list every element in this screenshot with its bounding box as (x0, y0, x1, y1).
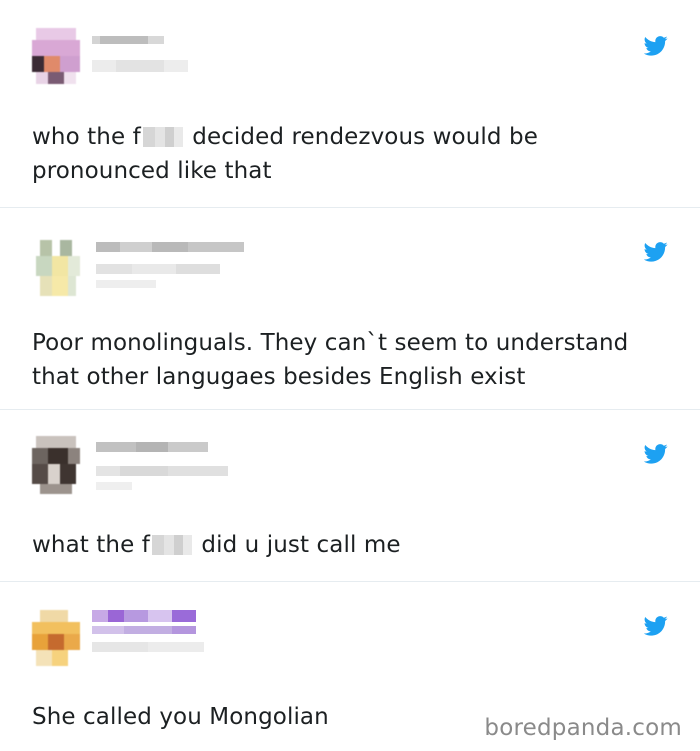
blurred-avatar[interactable] (28, 432, 84, 496)
twitter-bird-icon[interactable] (644, 444, 668, 464)
blurred-user-name[interactable] (92, 32, 192, 84)
twitter-bird-icon[interactable] (644, 616, 668, 636)
tweet-card-1: who the f decided rendezvous would be pr… (0, 0, 700, 208)
twitter-bird-icon[interactable] (644, 36, 668, 56)
blurred-user-name[interactable] (92, 606, 252, 662)
tweet-text: Poor monolinguals. They can`t seem to un… (32, 330, 629, 390)
blurred-avatar[interactable] (28, 606, 84, 670)
tweet-text: who the f decided rendezvous would be pr… (32, 124, 538, 184)
censored-word (151, 535, 192, 555)
twitter-bird-icon[interactable] (644, 242, 668, 262)
blurred-avatar[interactable] (28, 236, 84, 300)
boredpanda-watermark: boredpanda.com (484, 715, 682, 741)
tweet-card-2: Poor monolinguals. They can`t seem to un… (0, 208, 700, 410)
tweet-card-3: what the f did u just call me (0, 410, 700, 582)
tweet-text: what the f did u just call me (32, 532, 401, 558)
blurred-user-name[interactable] (92, 438, 252, 492)
blurred-avatar[interactable] (28, 24, 84, 88)
censored-word (142, 127, 183, 147)
blurred-user-name[interactable] (92, 238, 252, 292)
